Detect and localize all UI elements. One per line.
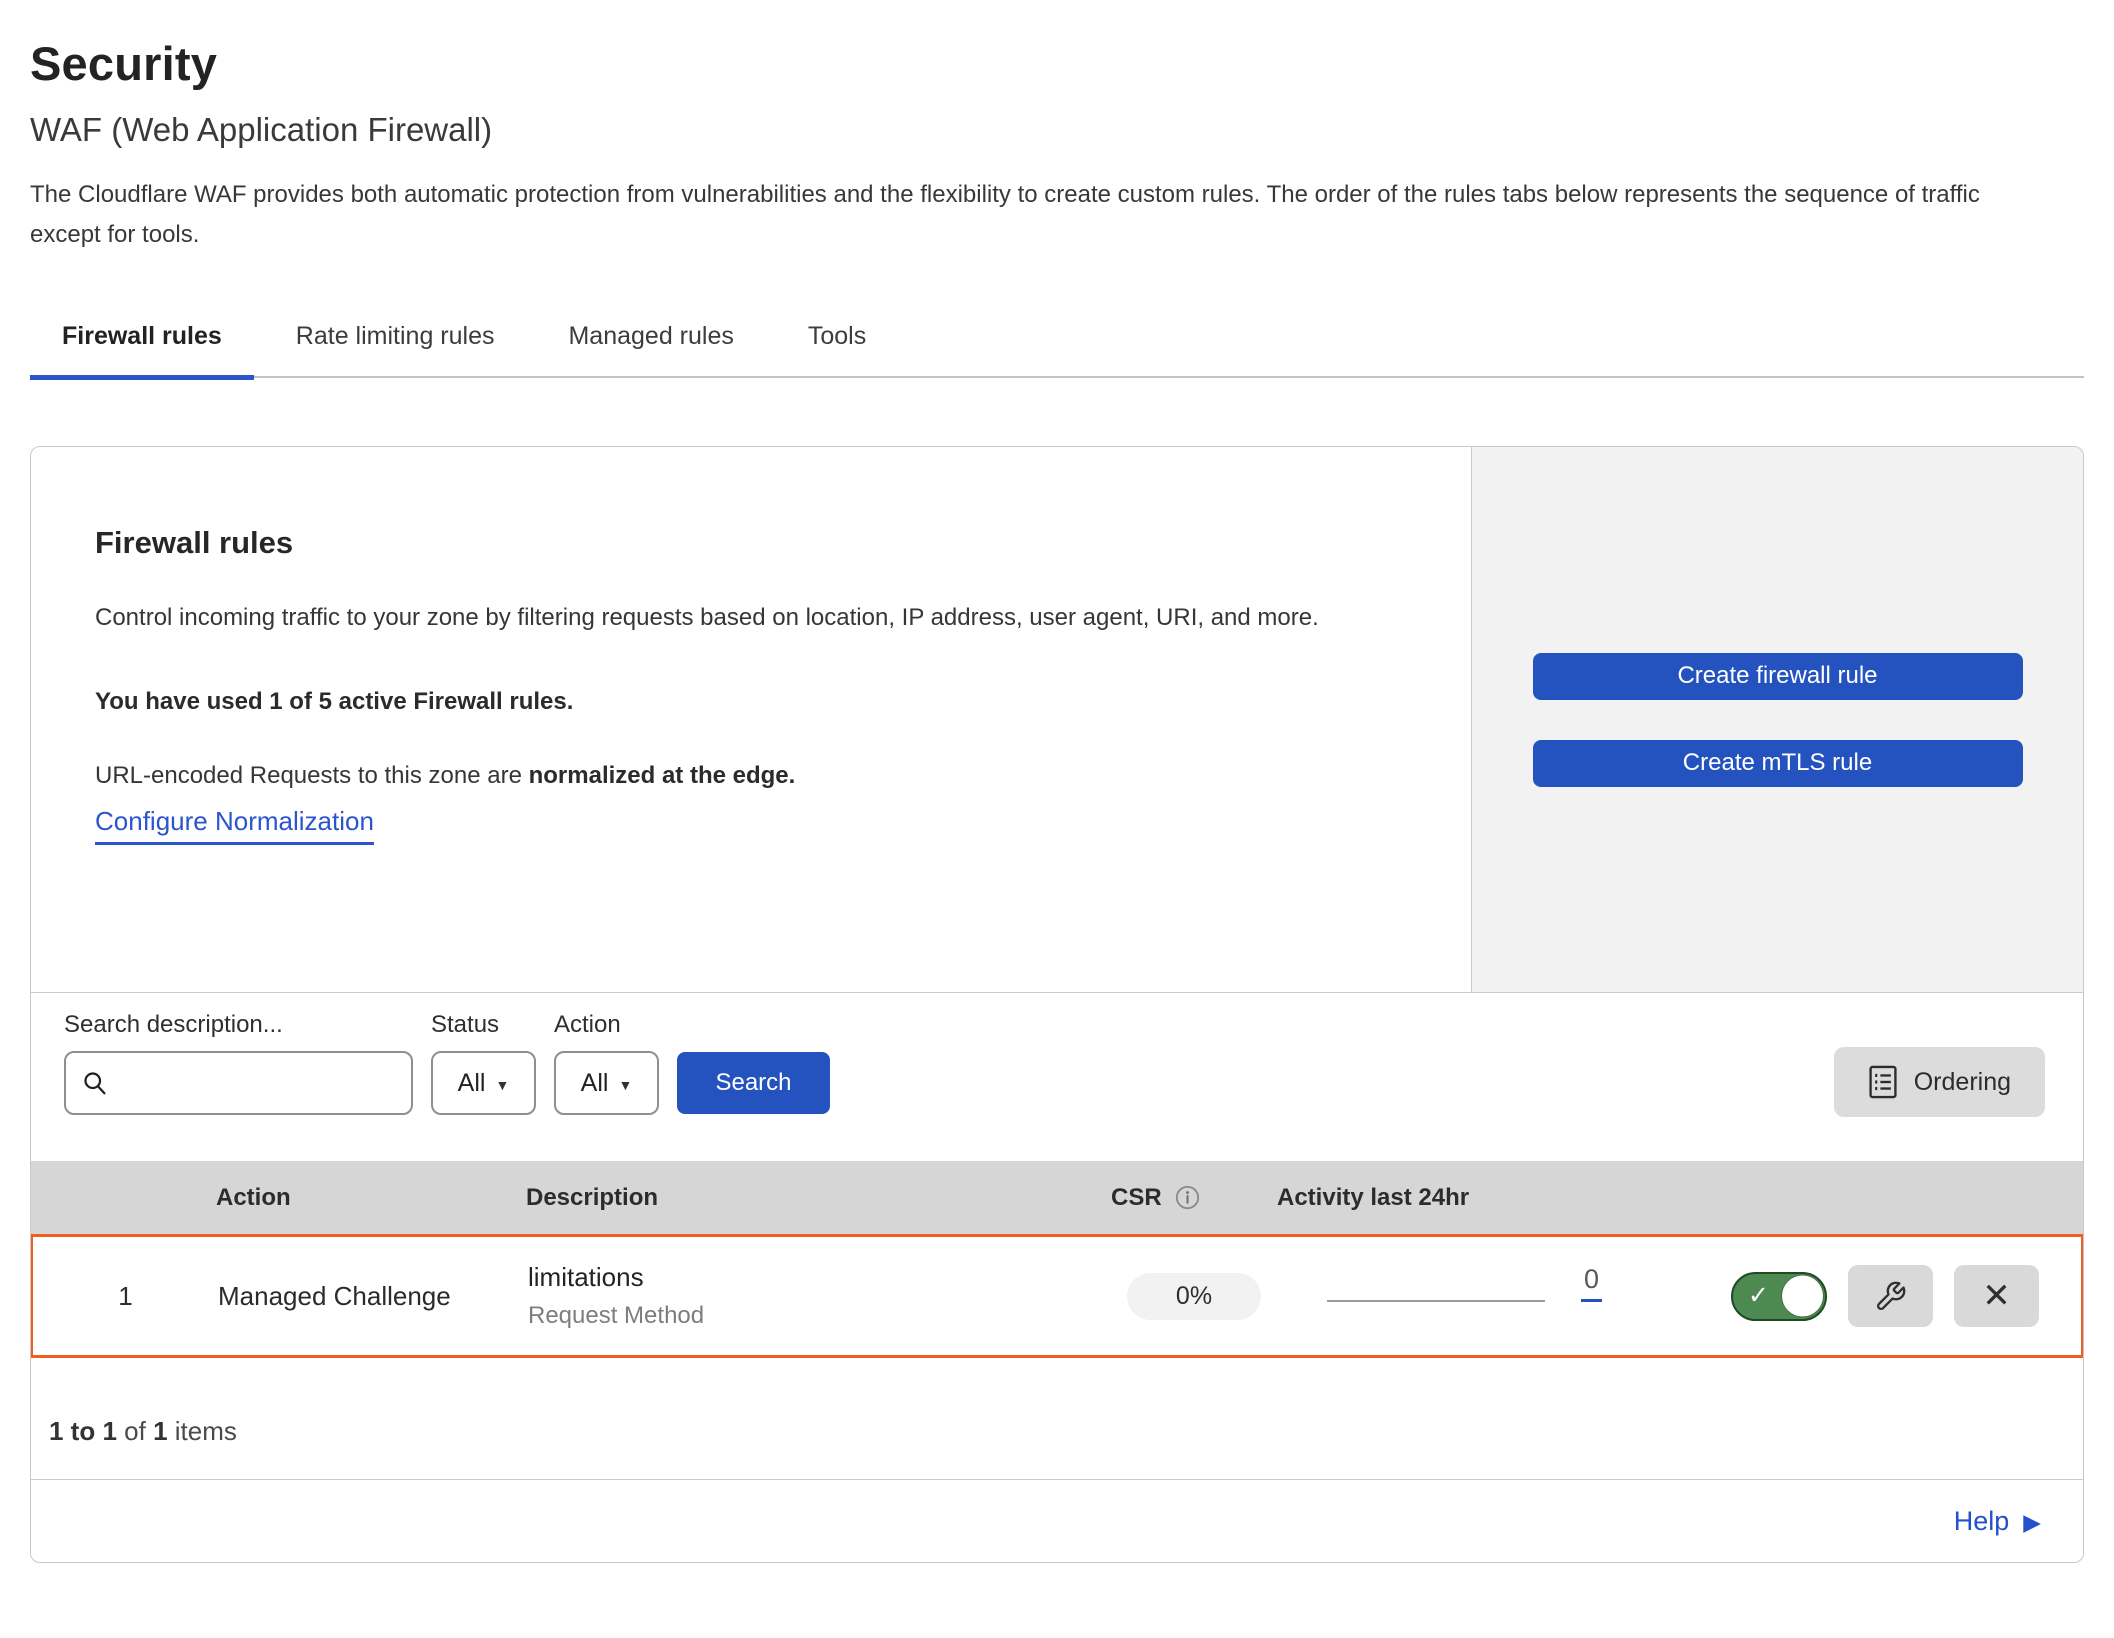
help-link-label: Help [1954, 1506, 2010, 1537]
rules-table-header: Action Description CSR Activity last 24h… [31, 1161, 2083, 1234]
rule-controls: ✓ ✕ [1619, 1265, 2081, 1327]
tab-tools[interactable]: Tools [776, 308, 898, 380]
toggle-knob [1782, 1276, 1823, 1317]
delete-rule-button[interactable]: ✕ [1954, 1265, 2039, 1327]
chevron-down-icon: ▼ [618, 1077, 632, 1093]
action-filter: Action All ▼ [554, 1011, 659, 1115]
search-filter-label: Search description... [64, 1011, 413, 1039]
hero-description: Control incoming traffic to your zone by… [95, 595, 1395, 642]
action-select[interactable]: All ▼ [554, 1051, 659, 1115]
info-icon[interactable] [1174, 1184, 1201, 1211]
security-waf-page: Security WAF (Web Application Firewall) … [0, 0, 2114, 1563]
action-filter-label: Action [554, 1011, 659, 1039]
status-filter-label: Status [431, 1011, 536, 1039]
wrench-icon [1874, 1280, 1907, 1313]
search-input-wrapper [64, 1051, 413, 1115]
csr-badge: 0% [1127, 1273, 1261, 1320]
create-mtls-rule-button[interactable]: Create mTLS rule [1533, 740, 2023, 787]
help-bar: Help ▶ [31, 1480, 2083, 1562]
page-subtitle: WAF (Web Application Firewall) [30, 111, 2084, 149]
rule-csr-cell: 0% [1113, 1273, 1279, 1320]
search-filter: Search description... [64, 1011, 413, 1115]
configure-normalization-link[interactable]: Configure Normalization [95, 806, 374, 845]
waf-tab-bar: Firewall rules Rate limiting rules Manag… [30, 308, 2084, 379]
page-title: Security [30, 36, 2084, 91]
firewall-rules-card: Firewall rules Control incoming traffic … [30, 446, 2084, 1563]
column-csr: CSR [1111, 1184, 1277, 1212]
rule-activity-cell: 0 [1279, 1266, 1619, 1326]
column-action: Action [216, 1184, 526, 1212]
tab-managed-rules[interactable]: Managed rules [536, 308, 765, 380]
page-description: The Cloudflare WAF provides both automat… [30, 175, 2040, 256]
rule-description: limitations [528, 1262, 1113, 1293]
ordering-list-icon [1868, 1065, 1898, 1099]
column-activity: Activity last 24hr [1277, 1184, 1617, 1212]
normalization-note-text: URL-encoded Requests to this zone are [95, 762, 529, 789]
pagination-of: of [124, 1416, 146, 1446]
rule-priority: 1 [33, 1281, 218, 1312]
hero-heading: Firewall rules [95, 525, 1407, 561]
edit-rule-button[interactable] [1848, 1265, 1933, 1327]
filter-bar: Search description... Status All ▼ [31, 993, 2083, 1161]
activity-count-link[interactable]: 0 [1581, 1266, 1602, 1302]
help-link[interactable]: Help ▶ [1954, 1506, 2041, 1537]
rule-action: Managed Challenge [218, 1281, 528, 1312]
status-select-value: All [458, 1069, 486, 1098]
rule-description-sub: Request Method [528, 1302, 1113, 1330]
column-csr-label: CSR [1111, 1184, 1162, 1212]
tab-rate-limiting-rules[interactable]: Rate limiting rules [264, 308, 527, 380]
help-arrow-icon: ▶ [2023, 1509, 2041, 1536]
hero-content: Firewall rules Control incoming traffic … [31, 447, 1471, 992]
search-button[interactable]: Search [677, 1052, 830, 1114]
search-icon [80, 1068, 110, 1098]
column-description: Description [526, 1184, 1111, 1212]
pagination-summary: 1 to 1 of 1 items [31, 1358, 2083, 1480]
chevron-down-icon: ▼ [495, 1077, 509, 1093]
ordering-button-label: Ordering [1914, 1068, 2011, 1097]
usage-summary: You have used 1 of 5 active Firewall rul… [95, 688, 1407, 716]
tab-firewall-rules[interactable]: Firewall rules [30, 308, 254, 380]
hero-actions-panel: Create firewall rule Create mTLS rule [1471, 447, 2083, 992]
pagination-total: 1 [153, 1416, 167, 1446]
close-icon: ✕ [1982, 1276, 2011, 1316]
pagination-range: 1 to 1 [49, 1416, 117, 1446]
status-filter: Status All ▼ [431, 1011, 536, 1115]
pagination-items: items [175, 1416, 237, 1446]
ordering-button[interactable]: Ordering [1834, 1047, 2045, 1117]
action-select-value: All [581, 1069, 609, 1098]
create-firewall-rule-button[interactable]: Create firewall rule [1533, 653, 2023, 700]
toggle-check-icon: ✓ [1748, 1281, 1769, 1311]
normalization-note-bold: normalized at the edge. [529, 762, 796, 789]
rule-description-cell: limitations Request Method [528, 1262, 1113, 1330]
rule-enabled-toggle[interactable]: ✓ [1731, 1272, 1827, 1321]
firewall-rule-row: 1 Managed Challenge limitations Request … [30, 1234, 2084, 1358]
status-select[interactable]: All ▼ [431, 1051, 536, 1115]
activity-sparkline [1327, 1300, 1545, 1302]
search-input[interactable] [120, 1053, 430, 1113]
normalization-note: URL-encoded Requests to this zone are no… [95, 762, 1407, 790]
firewall-rules-hero: Firewall rules Control incoming traffic … [31, 447, 2083, 993]
